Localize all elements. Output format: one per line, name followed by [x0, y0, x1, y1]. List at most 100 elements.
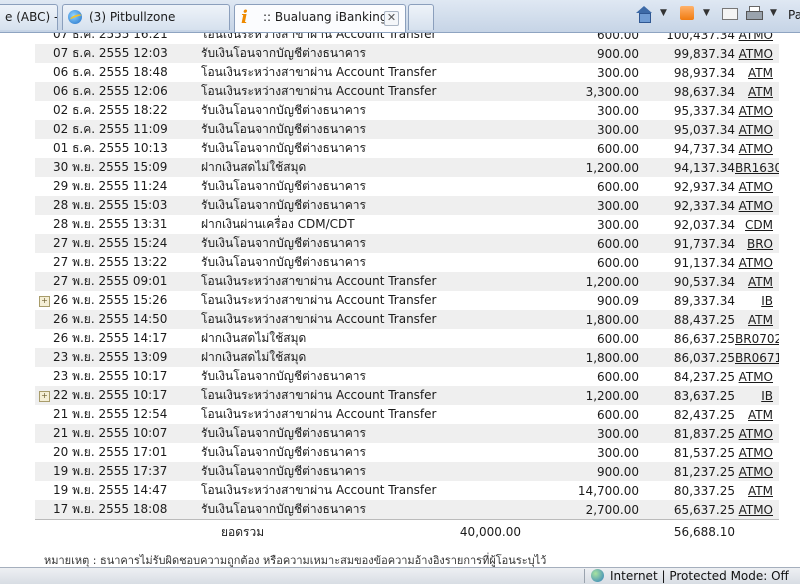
rss-feed-icon[interactable] — [680, 6, 694, 20]
totals-credit-value: 56,688.10 — [639, 519, 735, 544]
transaction-debit — [441, 63, 521, 82]
transaction-balance: 95,337.34 — [673, 103, 735, 118]
transaction-description: โอนเงินระหว่างสาขาผ่าน Account Transfer — [201, 272, 441, 291]
tab-pitbullzone[interactable]: (3) Pitbullzone — [62, 4, 230, 30]
transaction-channel-link[interactable]: ATM — [735, 63, 779, 82]
transaction-balance: 95,037.34 — [639, 120, 735, 139]
expand-row-icon[interactable]: + — [39, 391, 50, 402]
table-row: 02 ธ.ค. 2555 11:09 รับเงินโอนจากบัญชีต่าง… — [35, 120, 779, 139]
transaction-channel-link[interactable]: ATMO — [735, 33, 779, 44]
transaction-channel-link[interactable]: ATMO — [735, 443, 779, 462]
mail-icon[interactable] — [722, 8, 738, 20]
transaction-amount: 600.00 — [597, 33, 639, 42]
table-row: 01 ธ.ค. 2555 10:13 รับเงินโอนจากบัญชีต่าง… — [35, 139, 779, 158]
transaction-description: รับเงินโอนจากบัญชีต่างธนาคาร — [201, 445, 366, 459]
transaction-date: 17 พ.ย. 2555 18:08 — [35, 500, 201, 520]
transaction-channel-link[interactable]: IB — [735, 291, 779, 310]
transaction-amount: 300.00 — [597, 217, 639, 232]
transaction-channel-link[interactable]: ATMO — [735, 196, 779, 215]
transaction-channel-link[interactable]: IB — [735, 386, 779, 405]
transaction-debit — [441, 500, 521, 520]
expand-row-icon[interactable]: + — [39, 296, 50, 307]
transaction-balance: 94,737.34 — [673, 141, 735, 156]
chevron-down-icon[interactable]: ▼ — [770, 8, 777, 18]
transaction-description: รับเงินโอนจากบัญชีต่างธนาคาร — [201, 196, 441, 215]
transaction-date: 30 พ.ย. 2555 15:09 — [35, 158, 201, 177]
tab-bualuang-ibanking[interactable]: i :: Bualuang iBanking :: ✕ — [234, 4, 406, 32]
home-icon[interactable] — [636, 6, 652, 23]
transaction-debit — [441, 405, 521, 424]
transaction-balance: 86,037.25 — [639, 348, 735, 367]
transaction-channel-link[interactable]: ATMO — [735, 367, 779, 386]
transaction-channel-link[interactable]: ATM — [735, 272, 779, 291]
transaction-date: 27 พ.ย. 2555 15:24 — [35, 234, 201, 253]
transaction-channel-link[interactable]: ATMO — [735, 424, 779, 443]
footnote: หมายเหตุ : ธนาคารไม่รับผิดชอบความถูกต้อง… — [44, 554, 547, 567]
transaction-channel-link[interactable]: ATMO — [735, 177, 779, 196]
transaction-channel-link[interactable]: ATMO — [735, 462, 779, 481]
transaction-channel-link[interactable]: ATMO — [735, 500, 779, 520]
transaction-amount: 600.00 — [597, 331, 639, 346]
transaction-debit — [441, 44, 521, 63]
transaction-date: 29 พ.ย. 2555 11:24 — [53, 179, 168, 193]
transaction-channel-link[interactable]: ATMO — [735, 44, 779, 63]
transaction-channel-link[interactable]: ATM — [735, 481, 779, 500]
transaction-channel-link[interactable]: BRO — [735, 234, 779, 253]
transaction-channel-link[interactable]: CDM — [735, 215, 779, 234]
transaction-balance: 65,637.25 — [639, 500, 735, 520]
transaction-debit — [441, 310, 521, 329]
transaction-description: โอนเงินระหว่างสาขาผ่าน Account Transfer — [201, 33, 437, 41]
transaction-balance: 92,037.34 — [673, 217, 735, 232]
transaction-description: รับเงินโอนจากบัญชีต่างธนาคาร — [201, 424, 441, 443]
transaction-channel-link[interactable]: ATMO — [735, 120, 779, 139]
transaction-channel-link[interactable]: ATM — [735, 405, 779, 424]
transaction-channel-link[interactable]: BR0671 — [735, 348, 779, 367]
transaction-description: โอนเงินระหว่างสาขาผ่าน Account Transfer — [201, 293, 437, 307]
transaction-channel-link[interactable]: BR0702 — [735, 329, 779, 348]
transaction-description: รับเงินโอนจากบัญชีต่างธนาคาร — [201, 500, 441, 520]
page-menu-button[interactable]: Pa — [788, 8, 800, 22]
transaction-amount: 900.00 — [521, 44, 639, 63]
table-row: 27 พ.ย. 2555 09:01 โอนเงินระหว่างสาขาผ่าน… — [35, 272, 779, 291]
page-content: 07 ธ.ค. 2555 16:21 โอนเงินระหว่างสาขาผ่าน… — [0, 33, 800, 567]
browser-tab-bar: e (ABC) - ... (3) Pitbullzone i :: Bualu… — [0, 0, 800, 33]
table-row: 23 พ.ย. 2555 10:17 รับเงินโอนจากบัญชีต่าง… — [35, 367, 779, 386]
transaction-description: รับเงินโอนจากบัญชีต่างธนาคาร — [201, 255, 366, 269]
transaction-channel-link[interactable]: ATMO — [735, 101, 779, 120]
transaction-balance: 89,337.34 — [673, 293, 735, 308]
transaction-description: โอนเงินระหว่างสาขาผ่าน Account Transfer — [201, 386, 441, 405]
print-icon[interactable] — [746, 6, 763, 20]
transaction-date: 26 พ.ย. 2555 14:50 — [35, 310, 201, 329]
close-tab-icon[interactable]: ✕ — [384, 11, 399, 26]
transaction-debit — [441, 291, 521, 310]
security-zone-status[interactable]: Internet | Protected Mode: Off — [610, 569, 789, 583]
transaction-description: รับเงินโอนจากบัญชีต่างธนาคาร — [201, 234, 441, 253]
transaction-description: ฝากเงินผ่านเครื่อง CDM/CDT — [201, 217, 355, 231]
transaction-channel-link[interactable]: ATM — [735, 82, 779, 101]
transaction-description: โอนเงินระหว่างสาขาผ่าน Account Transfer — [201, 483, 437, 497]
transaction-balance: 92,937.34 — [673, 179, 735, 194]
transaction-date: 27 พ.ย. 2555 09:01 — [35, 272, 201, 291]
transaction-channel-link[interactable]: ATMO — [735, 253, 779, 272]
transaction-date: 26 พ.ย. 2555 14:17 — [53, 331, 168, 345]
new-tab-button[interactable] — [408, 4, 434, 30]
tab-label: :: Bualuang iBanking :: — [263, 10, 400, 24]
chevron-down-icon[interactable]: ▼ — [703, 8, 710, 18]
transaction-description: รับเงินโอนจากบัญชีต่างธนาคาร — [201, 141, 366, 155]
transaction-channel-link[interactable]: ATM — [735, 310, 779, 329]
table-row: 02 ธ.ค. 2555 18:22 รับเงินโอนจากบัญชีต่าง… — [35, 101, 779, 120]
transaction-channel-link[interactable]: BR1630 — [735, 158, 779, 177]
transaction-balance: 98,937.34 — [673, 65, 735, 80]
chevron-down-icon[interactable]: ▼ — [660, 8, 667, 18]
table-row: 30 พ.ย. 2555 15:09 ฝากเงินสดไม่ใช้สมุด 1,2… — [35, 158, 779, 177]
transaction-amount: 1,800.00 — [521, 310, 639, 329]
tab-abc[interactable]: e (ABC) - ... — [0, 4, 58, 30]
table-row: 26 พ.ย. 2555 14:50 โอนเงินระหว่างสาขาผ่าน… — [35, 310, 779, 329]
transaction-amount: 1,200.00 — [521, 158, 639, 177]
transaction-balance: 88,437.25 — [639, 310, 735, 329]
transaction-description: รับเงินโอนจากบัญชีต่างธนาคาร — [201, 103, 366, 117]
transaction-channel-link[interactable]: ATMO — [735, 139, 779, 158]
table-row: 21 พ.ย. 2555 12:54 โอนเงินระหว่างสาขาผ่าน… — [35, 405, 779, 424]
transaction-amount: 1,200.00 — [521, 272, 639, 291]
transaction-date: 22 พ.ย. 2555 10:17 — [35, 386, 201, 405]
